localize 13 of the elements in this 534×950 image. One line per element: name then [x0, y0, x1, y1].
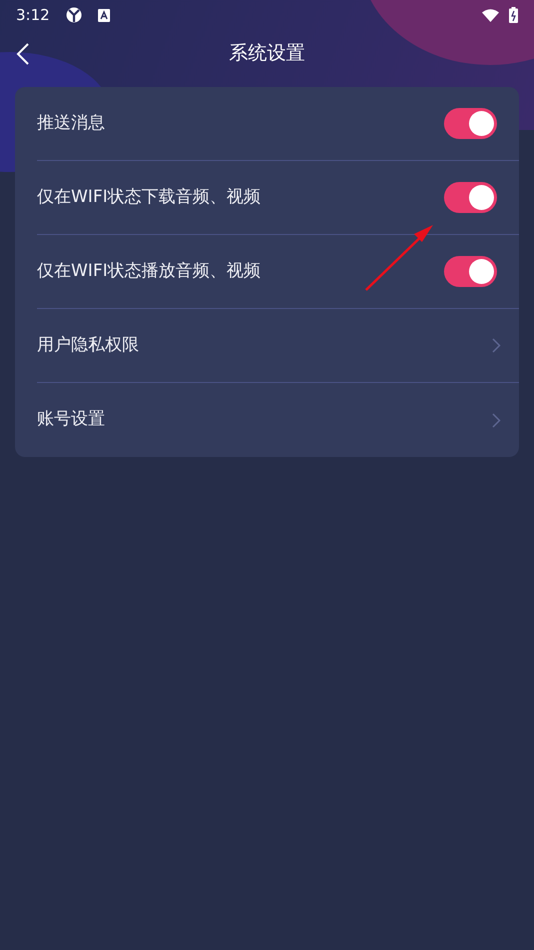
setting-label: 仅在WIFI状态下载音频、视频 [37, 186, 261, 209]
battery-icon [509, 7, 518, 23]
app-icon [66, 7, 82, 23]
toggle-switch[interactable] [444, 182, 497, 213]
status-time: 3:12 [16, 4, 50, 26]
setting-label: 用户隐私权限 [37, 334, 139, 357]
toggle-switch[interactable] [444, 108, 497, 139]
setting-label: 推送消息 [37, 112, 105, 135]
setting-label: 仅在WIFI状态播放音频、视频 [37, 260, 261, 283]
wifi-icon [482, 8, 499, 22]
page-title: 系统设置 [229, 40, 305, 66]
toggle-switch[interactable] [444, 256, 497, 287]
setting-label: 账号设置 [37, 408, 105, 432]
